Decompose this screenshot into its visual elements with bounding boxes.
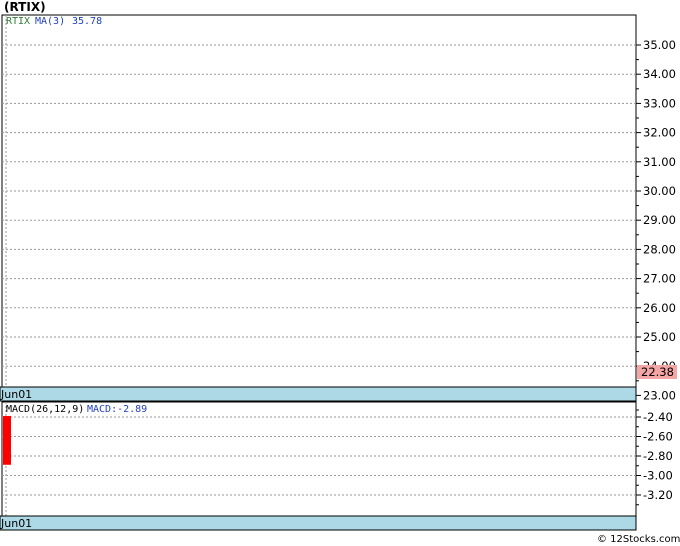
price-tick-label: 35.00 bbox=[643, 38, 676, 52]
macd-y-axis: -2.40 -2.60 -2.80 -3.00 -3.20 bbox=[636, 410, 673, 506]
price-tick-label: 34.00 bbox=[643, 67, 676, 81]
price-date-band bbox=[0, 386, 637, 402]
price-tick-label: 26.00 bbox=[643, 301, 676, 315]
macd-tick-label: -2.80 bbox=[643, 449, 673, 463]
macd-bar bbox=[3, 416, 11, 465]
price-y-axis: 35.00 34.00 33.00 32.00 31.00 30.00 29.00 28.00… bbox=[636, 38, 676, 411]
price-panel-frame bbox=[1, 14, 637, 388]
macd-tick-label: -3.00 bbox=[643, 469, 673, 483]
macd-legend-label: MACD(26,12,9) bbox=[6, 404, 84, 415]
price-tick-label: 28.00 bbox=[643, 242, 676, 256]
price-tick-label: 30.00 bbox=[643, 184, 676, 198]
macd-legend-value: MACD:-2.89 bbox=[87, 404, 147, 415]
price-tick-label: 33.00 bbox=[643, 96, 676, 110]
last-price-label: 22.38 bbox=[641, 365, 674, 379]
macd-tick-label: -2.40 bbox=[643, 410, 673, 424]
price-tick-label: 23.00 bbox=[643, 388, 676, 402]
credit-text: © 12Stocks.com bbox=[597, 534, 680, 545]
macd-panel-frame bbox=[1, 401, 637, 517]
price-legend-ticker: RTIX bbox=[6, 16, 30, 27]
macd-bars bbox=[3, 416, 11, 465]
macd-date-band bbox=[0, 515, 637, 531]
macd-date-label: Jun01 bbox=[0, 517, 32, 530]
price-tick-label: 25.00 bbox=[643, 330, 676, 344]
price-tick-label: 29.00 bbox=[643, 213, 676, 227]
macd-tick-label: -3.20 bbox=[643, 488, 673, 502]
macd-tick-label: -2.60 bbox=[643, 430, 673, 444]
price-tick-label: 32.00 bbox=[643, 126, 676, 140]
price-legend-ma: MA(3) bbox=[35, 16, 65, 27]
price-legend-ma-value: 35.78 bbox=[72, 16, 102, 27]
chart-title: (RTIX) bbox=[4, 0, 46, 14]
price-date-label: Jun01 bbox=[0, 388, 32, 401]
price-tick-label: 27.00 bbox=[643, 272, 676, 286]
price-tick-label: 31.00 bbox=[643, 155, 676, 169]
